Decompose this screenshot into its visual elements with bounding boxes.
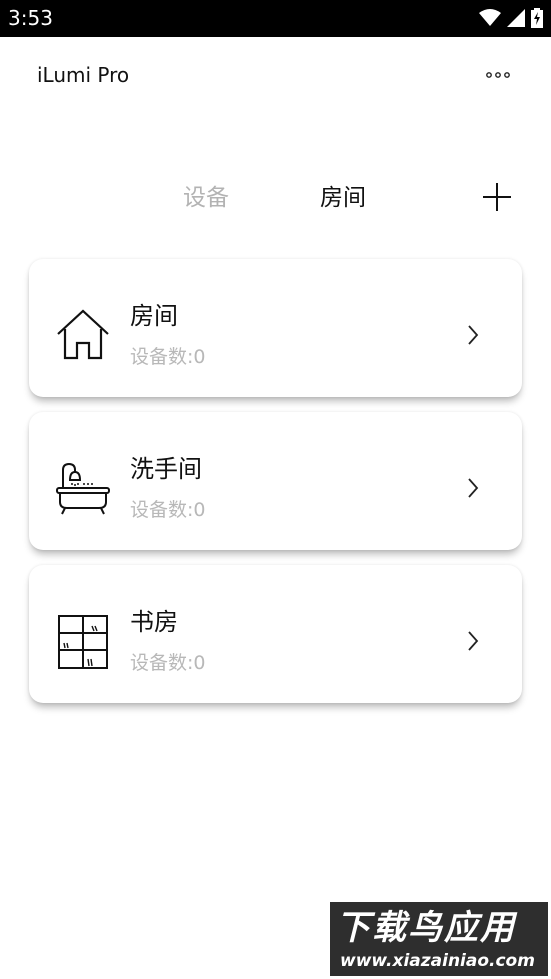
add-room-button[interactable] bbox=[481, 181, 513, 213]
room-device-count: 设备数:0 bbox=[130, 346, 206, 368]
tab-devices[interactable]: 设备 bbox=[183, 178, 229, 218]
status-time: 3:53 bbox=[8, 6, 53, 30]
more-options-button[interactable] bbox=[480, 62, 516, 88]
cellular-signal-icon bbox=[507, 9, 525, 27]
status-bar: 3:53 bbox=[0, 0, 551, 37]
app-title: iLumi Pro bbox=[37, 63, 130, 87]
chevron-right-icon bbox=[468, 478, 479, 498]
tab-bar: 设备 房间 bbox=[0, 178, 551, 218]
chevron-right-icon bbox=[468, 325, 479, 345]
tab-rooms[interactable]: 房间 bbox=[320, 178, 366, 218]
battery-charging-icon bbox=[531, 8, 543, 28]
room-card-bathroom[interactable]: 洗手间 设备数:0 bbox=[29, 412, 522, 550]
bookshelf-icon bbox=[58, 615, 108, 669]
more-dots-icon bbox=[486, 72, 510, 78]
bathtub-icon bbox=[56, 462, 110, 515]
wifi-icon bbox=[479, 9, 501, 26]
watermark-url: www.xiazainiao.com bbox=[340, 951, 535, 971]
watermark-main-text: 下载鸟应用 bbox=[336, 908, 516, 948]
room-device-count: 设备数:0 bbox=[130, 499, 206, 521]
chevron-right-icon bbox=[468, 631, 479, 651]
plus-icon bbox=[483, 183, 511, 211]
watermark-logo: 下载鸟应用 www.xiazainiao.com bbox=[330, 902, 548, 976]
status-icons bbox=[479, 8, 543, 28]
room-name: 洗手间 bbox=[130, 455, 202, 483]
house-icon bbox=[57, 309, 109, 360]
room-device-count: 设备数:0 bbox=[130, 652, 206, 674]
room-name: 房间 bbox=[130, 302, 178, 330]
room-name: 书房 bbox=[130, 608, 178, 636]
room-card-living-room[interactable]: 房间 设备数:0 bbox=[29, 259, 522, 397]
room-card-study[interactable]: 书房 设备数:0 bbox=[29, 565, 522, 703]
